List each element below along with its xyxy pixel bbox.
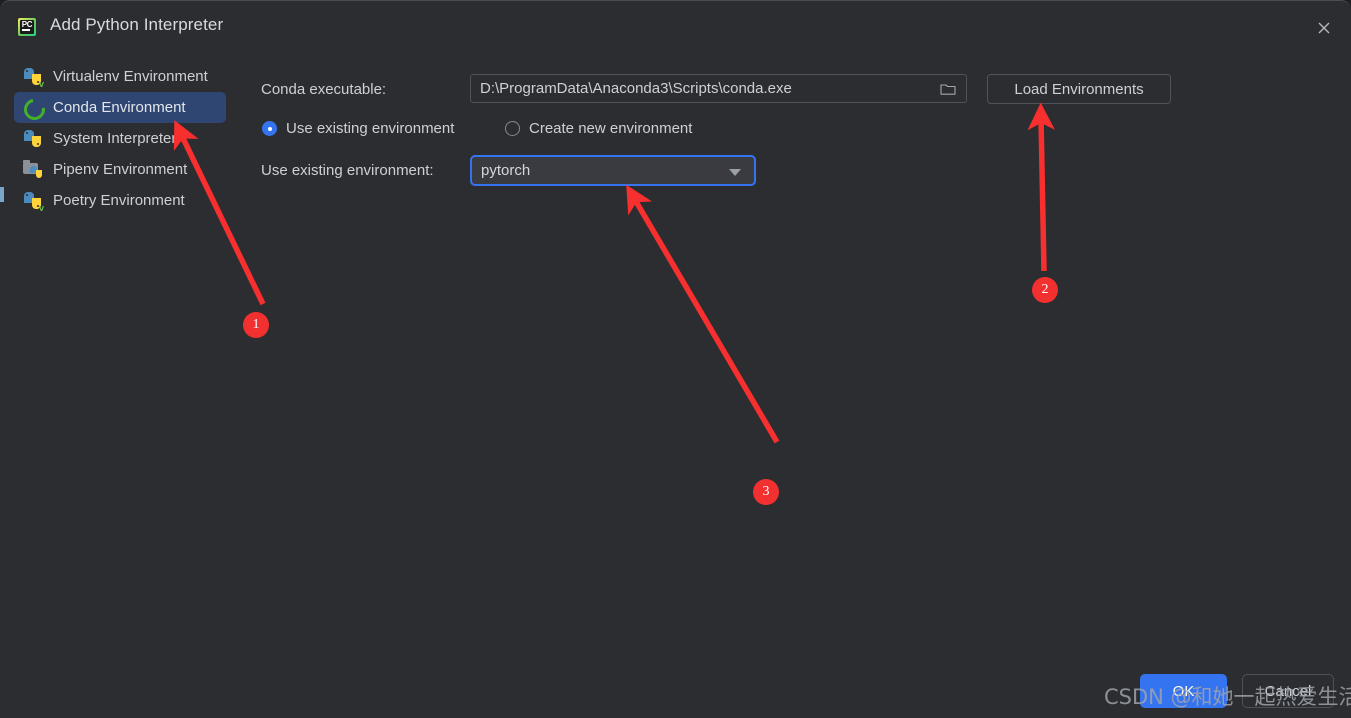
annotation-badge-3: 3: [753, 479, 779, 505]
radio-selected-icon: [262, 121, 277, 136]
conda-environment-form: Conda executable: D:\ProgramData\Anacond…: [0, 1, 1351, 718]
radio-create-new-environment[interactable]: Create new environment: [505, 120, 692, 137]
chevron-down-icon: [729, 169, 741, 176]
radio-use-existing-environment[interactable]: Use existing environment: [262, 120, 454, 137]
annotation-badge-1: 1: [243, 312, 269, 338]
conda-executable-value: D:\ProgramData\Anaconda3\Scripts\conda.e…: [480, 80, 792, 97]
environment-select[interactable]: pytorch: [470, 155, 756, 186]
conda-executable-input[interactable]: D:\ProgramData\Anaconda3\Scripts\conda.e…: [470, 74, 967, 103]
environment-select-value: pytorch: [481, 162, 531, 179]
add-python-interpreter-dialog: PC Add Python Interpreter v Virtualenv E…: [0, 0, 1351, 718]
csdn-watermark: CSDN @和她一起热爱生活: [1104, 685, 1351, 709]
annotation-badge-2: 2: [1032, 277, 1058, 303]
radio-unselected-icon: [505, 121, 520, 136]
radio-label: Use existing environment: [286, 120, 455, 137]
folder-icon[interactable]: [940, 82, 956, 96]
radio-label: Create new environment: [529, 120, 693, 137]
conda-executable-label: Conda executable:: [261, 81, 387, 98]
load-environments-button[interactable]: Load Environments: [987, 74, 1171, 104]
use-existing-environment-label: Use existing environment:: [261, 162, 434, 179]
